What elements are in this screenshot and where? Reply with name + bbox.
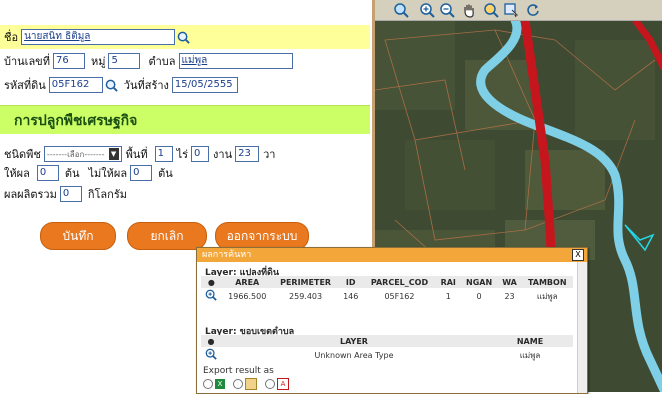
refresh-icon[interactable] — [525, 2, 541, 18]
table-row[interactable]: Unknown Area Type แม่พูล — [201, 347, 573, 363]
moo-field[interactable]: 5 — [108, 53, 141, 69]
logout-button[interactable]: ออกจากระบบ — [215, 222, 309, 250]
export-image-option[interactable] — [233, 378, 257, 390]
yield-row: ให้ผล 0 ต้น ไม่ให้ผล 0 ต้น — [4, 163, 176, 183]
table-header: NAME — [487, 335, 573, 347]
table-cell: 146 — [338, 288, 363, 304]
excel-icon: X — [215, 379, 225, 389]
result-window-titlebar[interactable]: ผลการค้นหา X — [197, 248, 587, 262]
name-label: ชื่อ — [4, 31, 19, 44]
result-window-title: ผลการค้นหา — [202, 250, 252, 260]
identify-icon[interactable] — [483, 2, 499, 18]
zoom-to-icon[interactable] — [201, 288, 222, 304]
ngan-label: งาน — [213, 148, 233, 161]
close-icon[interactable]: X — [572, 249, 584, 261]
name-field[interactable]: นายสนิท ธิติมูล — [21, 29, 176, 45]
wa-label: วา — [263, 148, 276, 161]
plant-type-select[interactable]: -------เลือก------- ▼ — [43, 146, 122, 162]
total-field[interactable]: 0 — [59, 186, 82, 202]
table-cell: แม่พูล — [487, 347, 573, 363]
created-date-field[interactable]: 15/05/2555 — [171, 77, 238, 93]
table-header: PARCEL_COD — [363, 276, 436, 288]
rai-label: ไร่ — [176, 148, 189, 161]
total-row: ผลผลิตรวม 0 กิโลกรัม — [4, 184, 130, 204]
layer1-table: ● AREA PERIMETER ID PARCEL_COD RAI NGAN … — [201, 276, 573, 304]
total-label: ผลผลิตรวม — [4, 188, 57, 201]
table-header: ● — [201, 276, 222, 288]
search-icon[interactable] — [177, 31, 190, 44]
address-row: บ้านเลขที่ 76 หมู่ 5 ตำบล แม่พูล — [4, 51, 293, 71]
search-icon[interactable] — [105, 79, 118, 92]
no-yield-label: ไม่ให้ผล — [88, 167, 128, 180]
select-box-icon[interactable] — [503, 2, 519, 18]
tambon-field[interactable]: แม่พูล — [178, 53, 293, 69]
result-window: ผลการค้นหา X Layer: แปลงที่ดิน ● AREA PE… — [196, 247, 588, 394]
pdf-icon: A — [277, 378, 289, 390]
layer2-header-row: ● LAYER NAME — [201, 335, 573, 347]
layer2-table: ● LAYER NAME Unknown Area Type แม่พูล — [201, 335, 573, 363]
image-file-icon — [245, 378, 257, 390]
section-header: การปลูกพืชเศรษฐกิจ — [0, 105, 370, 134]
wa-field[interactable]: 23 — [235, 146, 260, 162]
rai-field[interactable]: 1 — [154, 146, 173, 162]
yield-label: ให้ผล — [4, 167, 30, 180]
table-cell: 0 — [460, 288, 498, 304]
land-code-label: รหัสที่ดิน — [4, 79, 46, 92]
radio-icon[interactable] — [233, 379, 243, 389]
moo-label: หมู่ — [90, 55, 106, 68]
house-number-field[interactable]: 76 — [52, 53, 85, 69]
full-extent-icon[interactable] — [393, 2, 409, 18]
tree-unit-label: ต้น — [64, 167, 80, 180]
layer1-header-row: ● AREA PERIMETER ID PARCEL_COD RAI NGAN … — [201, 276, 573, 288]
save-button[interactable]: บันทึก — [40, 222, 116, 250]
table-header: ID — [338, 276, 363, 288]
land-code-field[interactable]: 05F162 — [48, 77, 103, 93]
kg-label: กิโลกรัม — [87, 188, 127, 201]
table-cell: 1 — [435, 288, 461, 304]
plant-row: ชนิดพืช -------เลือก------- ▼ พื้นที่ 1 ไ… — [4, 144, 278, 164]
table-header: NGAN — [460, 276, 498, 288]
land-code-row: รหัสที่ดิน 05F162 วันที่สร้าง 15/05/2555 — [4, 75, 238, 95]
table-cell: 259.403 — [272, 288, 339, 304]
table-header: TAMBON — [521, 276, 573, 288]
pan-hand-icon[interactable] — [461, 2, 477, 18]
zoom-to-icon[interactable] — [201, 347, 221, 363]
export-pdf-option[interactable]: A — [265, 378, 289, 390]
table-cell: Unknown Area Type — [221, 347, 487, 363]
area-label: พื้นที่ — [125, 148, 148, 161]
section-title: การปลูกพืชเศรษฐกิจ — [14, 113, 138, 129]
created-label: วันที่สร้าง — [123, 79, 169, 92]
tree-unit-label-2: ต้น — [158, 167, 173, 180]
radio-icon[interactable] — [203, 379, 213, 389]
table-header: ● — [201, 335, 221, 347]
no-yield-field[interactable]: 0 — [130, 165, 153, 181]
table-row[interactable]: 1966.500 259.403 146 05F162 1 0 23 แม่พู… — [201, 288, 573, 304]
tambon-label: ตำบล — [148, 55, 176, 68]
export-label: Export result as — [203, 366, 274, 376]
table-cell: 05F162 — [363, 288, 436, 304]
zoom-in-icon[interactable] — [419, 2, 435, 18]
table-header: LAYER — [221, 335, 487, 347]
name-row: ชื่อ นายสนิท ธิติมูล — [4, 27, 190, 47]
plant-type-value: -------เลือก------- — [46, 149, 105, 159]
export-excel-option[interactable]: X — [203, 379, 225, 389]
table-header: AREA — [221, 276, 273, 288]
yield-field[interactable]: 0 — [36, 165, 59, 181]
house-label: บ้านเลขที่ — [4, 55, 50, 68]
chevron-down-icon[interactable]: ▼ — [108, 148, 119, 160]
table-header: RAI — [435, 276, 461, 288]
radio-icon[interactable] — [265, 379, 275, 389]
map-toolbar — [375, 0, 662, 21]
export-options: X A — [203, 378, 289, 390]
table-cell: 1966.500 — [221, 288, 273, 304]
table-cell: 23 — [497, 288, 522, 304]
result-scrollbar[interactable] — [577, 262, 587, 393]
zoom-out-icon[interactable] — [439, 2, 455, 18]
table-cell: แม่พูล — [521, 288, 573, 304]
table-header: WA — [497, 276, 522, 288]
cancel-button[interactable]: ยกเลิก — [127, 222, 207, 250]
ngan-field[interactable]: 0 — [191, 146, 210, 162]
plant-type-label: ชนิดพืช — [4, 148, 41, 161]
table-header: PERIMETER — [272, 276, 339, 288]
